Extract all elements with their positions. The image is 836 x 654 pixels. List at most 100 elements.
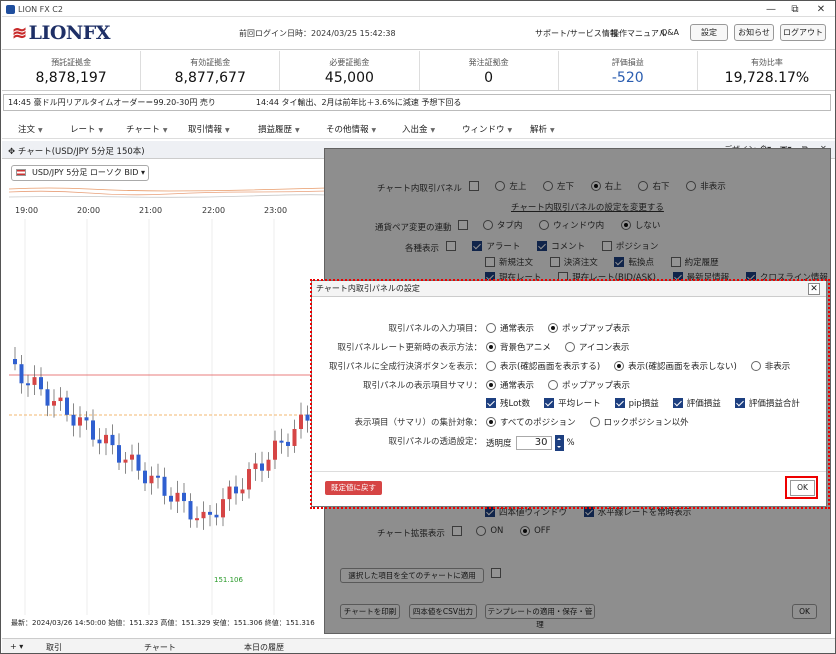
candle-body	[195, 518, 199, 521]
chart-title: ✥ チャート(USD/JPY 5分足 150本)	[8, 147, 145, 157]
add-tab-icon[interactable]: + ▾	[10, 642, 23, 651]
chk-unrealized-pl[interactable]: 評価損益	[672, 397, 721, 409]
dialog-close-icon[interactable]: ✕	[808, 283, 820, 295]
summary-unrealized-pl: 評価損益 -520	[559, 51, 698, 90]
opt-bg-anime[interactable]: 背景色アニメ	[486, 341, 551, 353]
ok-highlight-frame	[785, 476, 818, 499]
opt-hide-close-all[interactable]: 非表示	[750, 360, 790, 372]
opt-summary-normal[interactable]: 通常表示	[486, 379, 534, 391]
dialog-divider	[312, 471, 826, 472]
time-label: 19:00	[15, 206, 39, 215]
tab-today-history[interactable]: 本日の履歴	[244, 642, 284, 653]
candle-body	[130, 454, 134, 460]
candle-body	[45, 389, 50, 406]
candle-body	[58, 397, 63, 402]
news-ticker[interactable]: 14:45 豪ドル円リアルタイムオーダー＝99.20-30円 売り 14:44 …	[3, 94, 831, 111]
opt-all-positions[interactable]: すべてのポジション	[486, 416, 576, 428]
chevron-down-icon: ▼	[507, 127, 513, 134]
opacity-stepper[interactable]	[554, 435, 564, 451]
candle-body	[188, 501, 193, 520]
row-aggregation-target: 表示項目（サマリ）の集計対象： すべてのポジション ロックポジション以外	[354, 416, 689, 428]
menu-order[interactable]: 注文 ▼	[18, 123, 43, 135]
candle-body	[19, 364, 24, 384]
menu-trade-info[interactable]: 取引情報 ▼	[188, 123, 230, 135]
candle-body	[26, 383, 30, 386]
chk-unrealized-pl-total[interactable]: 評価損益合計	[734, 397, 800, 409]
candle-body	[78, 417, 82, 426]
opt-normal-display[interactable]: 通常表示	[486, 322, 534, 334]
opt-show-confirm[interactable]: 表示(確認画面を表示する)	[486, 360, 600, 372]
chevron-down-icon: ▼	[550, 127, 555, 134]
restore-button[interactable]: ⧉	[784, 3, 806, 16]
candle-body	[201, 511, 206, 519]
opt-icon-display[interactable]: アイコン表示	[564, 341, 629, 353]
candle-body	[136, 454, 141, 471]
candle-body	[65, 397, 69, 415]
last-login: 前回ログイン日時：2024/03/25 15:42:38	[239, 29, 396, 38]
menu-pl-history[interactable]: 損益履歴 ▼	[258, 123, 300, 135]
candle-body	[299, 414, 303, 430]
time-label: 22:00	[202, 206, 226, 215]
chk-remaining-lot[interactable]: 残Lot数	[486, 397, 530, 409]
chevron-down-icon: ▼	[225, 127, 230, 134]
candle-body	[91, 420, 95, 440]
menu-window[interactable]: ウィンドウ ▼	[462, 123, 512, 135]
row-summary-items: 残Lot数 平均レート pip損益 評価損益 評価損益合計	[312, 397, 826, 411]
row-input-items: 取引パネルの入力項目： 通常表示 ポップアップ表示	[388, 322, 631, 334]
candle-body	[169, 495, 173, 502]
candle-body	[162, 476, 167, 496]
menu-analysis[interactable]: 解析 ▼	[530, 123, 555, 135]
opt-except-lock[interactable]: ロックポジション以外	[589, 416, 689, 428]
sub-indicator	[9, 187, 327, 198]
menu-chart[interactable]: チャート ▼	[126, 123, 168, 135]
reset-default-button[interactable]: 既定値に戻す	[325, 481, 382, 495]
close-window-button[interactable]: ✕	[810, 3, 832, 16]
candle-body	[253, 463, 258, 470]
candle-body	[208, 511, 212, 515]
app-window: LION FX C2 — ⧉ ✕ ≋ LIONFX 前回ログイン日時：2024/0…	[0, 0, 836, 654]
dialog-title: チャート内取引パネルの設定 ✕	[312, 281, 826, 297]
candle-body	[182, 492, 186, 502]
opt-show-no-confirm[interactable]: 表示(確認画面を表示しない)	[614, 360, 737, 372]
news-button[interactable]: お知らせ	[734, 24, 774, 41]
app-icon	[6, 5, 15, 14]
opt-summary-popup[interactable]: ポップアップ表示	[548, 379, 630, 391]
chevron-down-icon: ▼	[430, 127, 436, 134]
account-summary: 預託証拠金 8,878,197 有効証拠金 8,877,677 必要証拠金 45,00…	[2, 51, 835, 91]
time-axis: 19:00 20:00 21:00 22:00 23:00	[9, 206, 327, 218]
chk-average-rate[interactable]: 平均レート	[544, 397, 601, 409]
opt-popup-display[interactable]: ポップアップ表示	[548, 322, 630, 334]
logout-button[interactable]: ログアウト	[780, 24, 826, 41]
menu-deposit[interactable]: 入出金 ▼	[402, 123, 435, 135]
candle-body	[39, 377, 43, 390]
tab-trade[interactable]: 取引	[46, 642, 62, 653]
main-menu: 注文 ▼ レート ▼ チャート ▼ 取引情報 ▼ 損益履歴 ▼ その他情報 ▼ 入出金 ▼ ウ…	[2, 117, 835, 139]
qa-link[interactable]: Q&A	[661, 28, 679, 37]
support-link[interactable]: サポート/サービス情報	[535, 28, 618, 39]
chevron-down-icon: ▼	[98, 127, 104, 134]
window-title: LION FX C2	[18, 5, 63, 14]
candlestick-chart[interactable]: 151.106	[9, 219, 327, 615]
candle-body	[123, 459, 128, 463]
menu-rate[interactable]: レート ▼	[70, 123, 103, 135]
candle-body	[149, 475, 154, 484]
manual-link[interactable]: 操作マニュアル	[611, 28, 667, 39]
pair-select[interactable]: USD/JPY 5分足 ローソク BID ▾	[11, 165, 149, 181]
opacity-input[interactable]: 30	[515, 436, 552, 450]
menu-other-info[interactable]: その他情報 ▼	[326, 123, 376, 135]
summary-order-margin: 発注証拠金 0	[420, 51, 559, 90]
candle-body	[227, 486, 232, 500]
minimize-button[interactable]: —	[760, 3, 782, 16]
candle-body	[260, 463, 264, 471]
candle-body	[234, 486, 238, 494]
tab-chart[interactable]: チャート	[144, 642, 176, 653]
chk-pip-pl[interactable]: pip損益	[614, 397, 659, 409]
candle-body	[175, 492, 180, 502]
us-flag-icon	[16, 169, 26, 176]
candle-body	[13, 359, 17, 365]
settings-button[interactable]: 設定	[690, 24, 728, 41]
lionfx-logo: ≋ LIONFX	[12, 22, 111, 44]
candle-body	[292, 429, 297, 446]
candle-body	[266, 459, 271, 471]
summary-deposit: 預託証拠金 8,878,197	[2, 51, 142, 90]
